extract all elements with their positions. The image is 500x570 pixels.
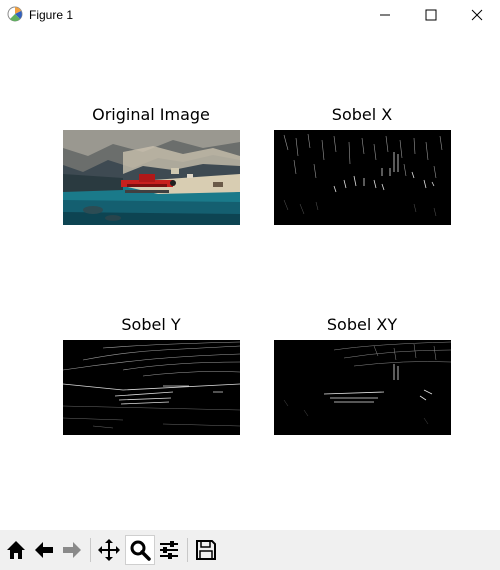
navigation-toolbar bbox=[0, 530, 500, 570]
forward-button[interactable] bbox=[58, 536, 86, 564]
minimize-icon bbox=[380, 14, 390, 16]
close-button[interactable] bbox=[454, 0, 500, 30]
home-button[interactable] bbox=[2, 536, 30, 564]
subplot-title-sobel-xy: Sobel XY bbox=[326, 315, 398, 334]
configure-subplots-icon bbox=[160, 541, 178, 559]
minimize-button[interactable] bbox=[362, 0, 408, 30]
window-title: Figure 1 bbox=[29, 8, 74, 22]
configure-subplots-button[interactable] bbox=[155, 536, 183, 564]
maximize-icon bbox=[425, 9, 437, 21]
pan-icon bbox=[98, 539, 120, 561]
home-icon bbox=[7, 541, 25, 559]
original-image bbox=[63, 130, 240, 225]
zoom-button[interactable] bbox=[125, 535, 155, 565]
save-icon bbox=[196, 540, 216, 560]
sobel-x-image bbox=[274, 130, 451, 225]
maximize-button[interactable] bbox=[408, 0, 454, 30]
back-button[interactable] bbox=[30, 536, 58, 564]
back-arrow-icon bbox=[35, 542, 53, 558]
zoom-icon bbox=[130, 540, 151, 561]
sobel-y-image bbox=[63, 340, 240, 435]
pan-button[interactable] bbox=[95, 536, 123, 564]
sobel-xy-image bbox=[274, 340, 451, 435]
forward-arrow-icon bbox=[63, 542, 81, 558]
subplot-title-original: Original Image bbox=[92, 105, 210, 124]
matplotlib-app-icon bbox=[7, 6, 23, 22]
save-button[interactable] bbox=[192, 536, 220, 564]
toolbar-separator bbox=[187, 538, 188, 562]
figure-canvas[interactable]: Original Image Sobel X Sobel Y Sobel XY bbox=[0, 30, 500, 530]
subplot-title-sobel-y: Sobel Y bbox=[121, 315, 181, 334]
toolbar-separator bbox=[90, 538, 91, 562]
subplot-title-sobel-x: Sobel X bbox=[331, 105, 393, 124]
window-titlebar: Figure 1 bbox=[0, 0, 500, 30]
close-icon bbox=[471, 9, 483, 21]
